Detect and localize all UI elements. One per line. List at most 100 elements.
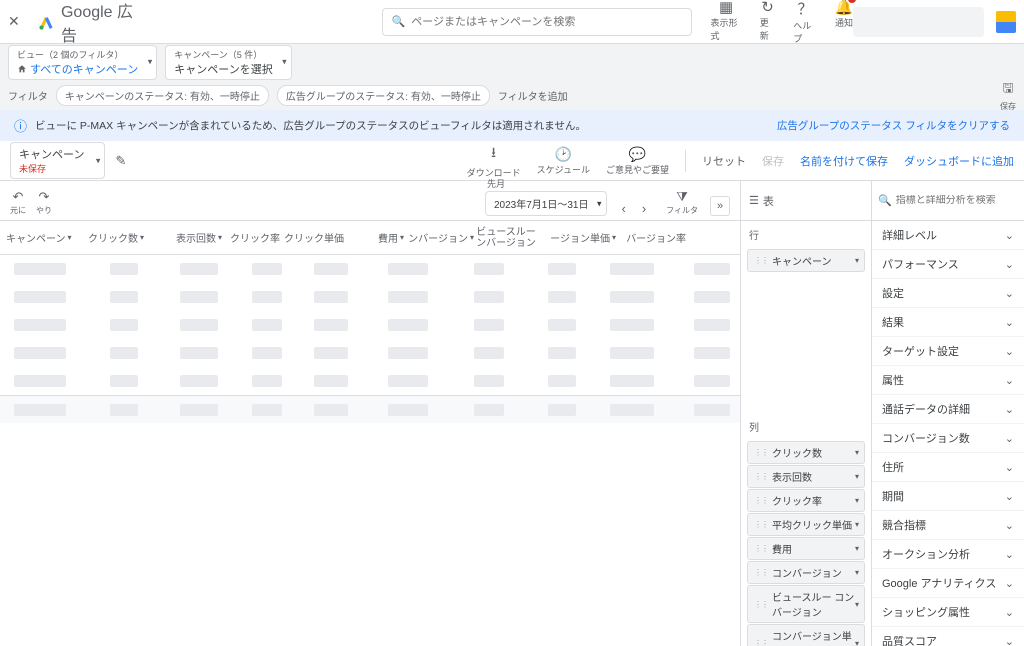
table-row[interactable] xyxy=(0,367,740,395)
close-icon[interactable]: ✕ xyxy=(8,13,30,30)
metrics-panel: 🔍 ⋮ 詳細レベル⌄パフォーマンス⌄設定⌄結果⌄ターゲット設定⌄属性⌄通話データ… xyxy=(872,181,1024,646)
schedule-button[interactable]: 🕑スケジュール xyxy=(537,146,590,176)
download-button[interactable]: ⭳ダウンロード xyxy=(467,142,521,179)
col-ctr[interactable]: クリック率 xyxy=(222,230,280,245)
table-header-row: キャンペーン▾ クリック数▾ 表示回数▾ クリック率 クリック単価 費用▾ ンバ… xyxy=(0,221,740,255)
header-icon-group: ▦表示形式 ↻更新 ？ヘルプ 🔔通知 xyxy=(710,0,853,45)
category-item[interactable]: 競合指標⌄ xyxy=(872,511,1024,540)
col-campaign[interactable]: キャンペーン▾ xyxy=(6,230,84,245)
search-icon: 🔍 xyxy=(878,194,892,207)
view-type-selector[interactable]: ☰表 xyxy=(741,181,871,221)
grid-icon: ▦ xyxy=(719,0,733,16)
banner-text: ビューに P-MAX キャンペーンが含まれているため、広告グループのステータスの… xyxy=(35,118,586,133)
category-item[interactable]: 品質スコア⌄ xyxy=(872,627,1024,646)
banner-clear-link[interactable]: 広告グループのステータス フィルタをクリアする xyxy=(777,118,1010,133)
column-pill[interactable]: ⋮⋮平均クリック単価▾ xyxy=(747,513,865,536)
redo-icon: ↷ xyxy=(39,189,50,205)
metrics-search-input[interactable] xyxy=(896,195,1024,206)
table-row[interactable] xyxy=(0,255,740,283)
table-row[interactable] xyxy=(0,311,740,339)
grip-icon: ⋮⋮ xyxy=(754,256,768,265)
search-input[interactable] xyxy=(411,16,683,28)
col-clicks[interactable]: クリック数▾ xyxy=(84,230,144,245)
grip-icon: ⋮⋮ xyxy=(754,448,768,457)
filter-chip-adgroup-status[interactable]: 広告グループのステータス: 有効、一時停止 xyxy=(277,85,490,106)
chevron-down-icon: ▾ xyxy=(855,544,859,553)
table-filter-button[interactable]: ⧩フィルタ xyxy=(666,189,698,216)
table-row[interactable] xyxy=(0,283,740,311)
help-button[interactable]: ？ヘルプ xyxy=(793,0,816,45)
col-conv-cost[interactable]: ージョン単価▾ xyxy=(538,230,616,245)
edit-icon[interactable]: ✎ xyxy=(115,153,126,169)
product-logo[interactable]: Google 広告 xyxy=(38,0,142,46)
column-pill[interactable]: ⋮⋮コンバージョン単価▾ xyxy=(747,624,865,646)
col-viewthrough[interactable]: ビュースルー ンバージョン xyxy=(474,227,538,249)
chevron-down-icon: ⌄ xyxy=(1005,635,1014,646)
info-banner: ⓘ ビューに P-MAX キャンペーンが含まれているため、広告グループのステータ… xyxy=(0,110,1024,141)
funnel-icon: ⧩ xyxy=(676,189,688,205)
column-pill[interactable]: ⋮⋮表示回数▾ xyxy=(747,465,865,488)
col-impressions[interactable]: 表示回数▾ xyxy=(144,230,222,245)
category-item[interactable]: ターゲット設定⌄ xyxy=(872,337,1024,366)
column-pill[interactable]: ⋮⋮コンバージョン▾ xyxy=(747,561,865,584)
view-dropdown[interactable]: ビュー（2 個のフィルタ） すべてのキャンペーン ▾ xyxy=(8,45,157,80)
chevron-down-icon: ⌄ xyxy=(1005,432,1014,445)
undo-button[interactable]: ↶元に xyxy=(10,189,26,216)
reset-button[interactable]: リセット xyxy=(702,153,746,169)
avatar[interactable] xyxy=(996,11,1016,33)
report-toolbar: キャンペーン 未保存 ▾ ✎ ⭳ダウンロード 🕑スケジュール 💬ご意見やご要望 … xyxy=(0,141,1024,181)
filter-chip-campaign-status[interactable]: キャンペーンのステータス: 有効、一時停止 xyxy=(56,85,269,106)
category-item[interactable]: 設定⌄ xyxy=(872,279,1024,308)
columns-section-label: 列 xyxy=(741,413,871,440)
table-row[interactable] xyxy=(0,339,740,367)
category-item[interactable]: 期間⌄ xyxy=(872,482,1024,511)
chevron-down-icon: ▾ xyxy=(96,155,101,166)
category-item[interactable]: ショッピング属性⌄ xyxy=(872,598,1024,627)
category-item[interactable]: 住所⌄ xyxy=(872,453,1024,482)
download-icon: ⭳ xyxy=(491,142,496,166)
chevron-down-icon: ⌄ xyxy=(1005,461,1014,474)
grip-icon: ⋮⋮ xyxy=(754,472,768,481)
campaign-dropdown[interactable]: キャンペーン（5 件） キャンペーンを選択 ▾ xyxy=(165,45,291,80)
save-as-button[interactable]: 名前を付けて保存 xyxy=(800,153,888,169)
expand-panel-button[interactable]: » xyxy=(710,196,730,216)
divider xyxy=(685,150,686,172)
chevron-down-icon: ▾ xyxy=(855,520,859,529)
next-period-button[interactable]: › xyxy=(642,201,646,216)
category-item[interactable]: 結果⌄ xyxy=(872,308,1024,337)
column-pill[interactable]: ⋮⋮ビュースルー コンバージョン▾ xyxy=(747,585,865,623)
rows-section-label: 行 xyxy=(741,221,871,248)
category-item[interactable]: オークション分析⌄ xyxy=(872,540,1024,569)
column-pill[interactable]: ⋮⋮クリック率▾ xyxy=(747,489,865,512)
col-conversions[interactable]: ンバージョン▾ xyxy=(404,230,474,245)
help-icon: ？ xyxy=(797,0,812,19)
chevron-down-icon: ⌄ xyxy=(1005,374,1014,387)
column-pill[interactable]: ⋮⋮費用▾ xyxy=(747,537,865,560)
report-type-dropdown[interactable]: キャンペーン 未保存 ▾ xyxy=(10,142,105,179)
col-conv-rate[interactable]: バージョン率 xyxy=(616,230,686,245)
notifications-button[interactable]: 🔔通知 xyxy=(835,0,854,45)
category-item[interactable]: コンバージョン数⌄ xyxy=(872,424,1024,453)
save-icon: 🖫 xyxy=(1002,79,1013,101)
refresh-button[interactable]: ↻更新 xyxy=(760,0,776,45)
account-selector[interactable] xyxy=(853,7,983,37)
row-pill-campaign[interactable]: ⋮⋮キャンペーン▾ xyxy=(747,249,865,272)
feedback-button[interactable]: 💬ご意見やご要望 xyxy=(606,146,669,176)
search-box[interactable]: 🔍 xyxy=(382,8,692,36)
save-view-button[interactable]: 🖫 保存 xyxy=(1000,79,1016,112)
undo-icon: ↶ xyxy=(13,189,24,205)
date-range-picker[interactable]: 2023年7月1日～31日▾ xyxy=(485,191,608,216)
display-format-button[interactable]: ▦表示形式 xyxy=(710,0,741,45)
add-dashboard-button[interactable]: ダッシュボードに追加 xyxy=(904,153,1014,169)
category-item[interactable]: 属性⌄ xyxy=(872,366,1024,395)
category-item[interactable]: パフォーマンス⌄ xyxy=(872,250,1024,279)
col-cost[interactable]: 費用▾ xyxy=(344,230,404,245)
redo-button[interactable]: ↷やり xyxy=(36,189,52,216)
column-pill[interactable]: ⋮⋮クリック数▾ xyxy=(747,441,865,464)
category-item[interactable]: Google アナリティクス⌄ xyxy=(872,569,1024,598)
col-cpc[interactable]: クリック単価 xyxy=(280,230,344,245)
add-filter-link[interactable]: フィルタを追加 xyxy=(498,88,568,103)
category-item[interactable]: 詳細レベル⌄ xyxy=(872,221,1024,250)
prev-period-button[interactable]: ‹ xyxy=(621,201,625,216)
category-item[interactable]: 通話データの詳細⌄ xyxy=(872,395,1024,424)
